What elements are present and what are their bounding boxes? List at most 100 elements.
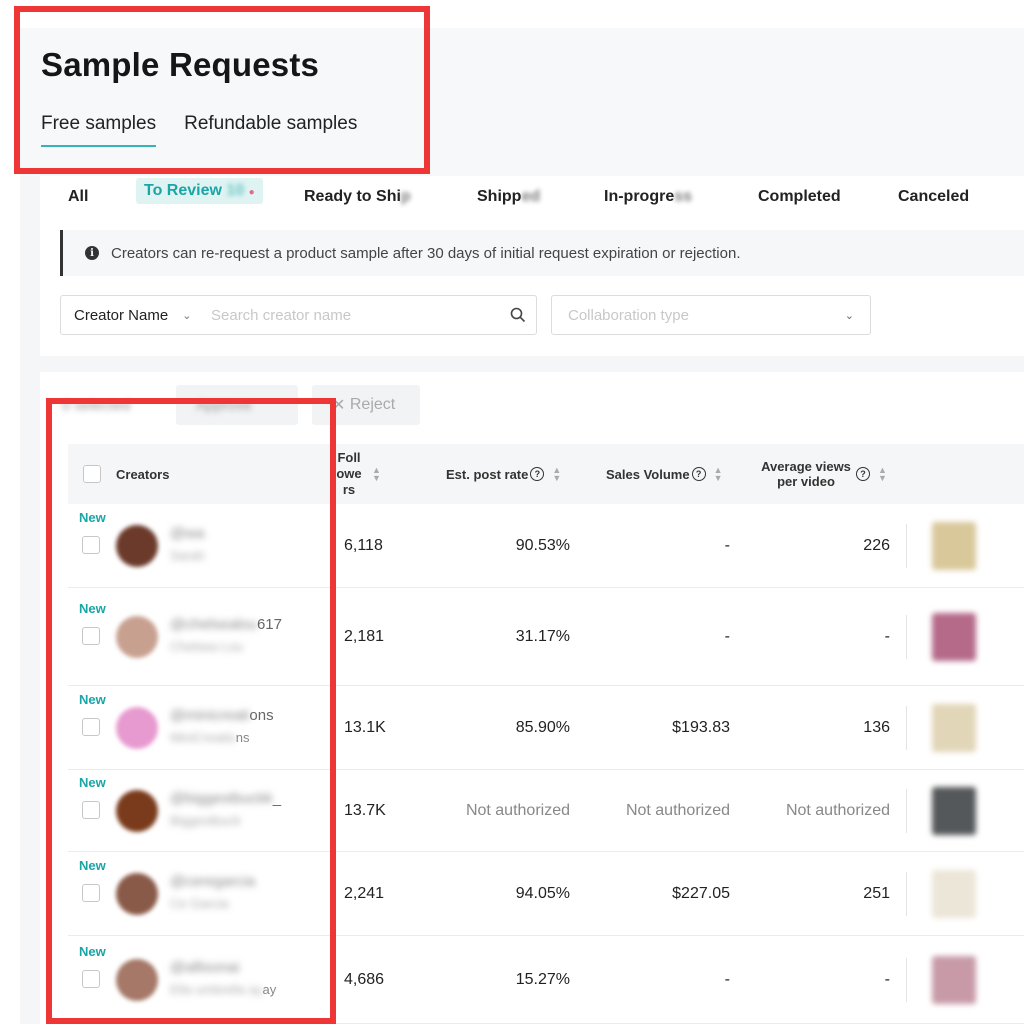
help-icon: ? xyxy=(530,467,545,481)
notice-text: Creators can re-request a product sample… xyxy=(111,244,741,262)
status-tab-shipped[interactable]: Shipped xyxy=(477,188,540,206)
new-tag: New xyxy=(79,601,106,616)
new-tag: New xyxy=(79,510,106,525)
product-thumbnail[interactable] xyxy=(932,870,976,918)
select-all-checkbox[interactable] xyxy=(83,444,101,504)
new-tag: New xyxy=(79,775,106,790)
search-icon[interactable] xyxy=(500,307,536,323)
collaboration-type-select[interactable]: Collaboration type ⌄ xyxy=(551,295,871,335)
avg-views-value: Not authorized xyxy=(785,802,890,819)
product-thumbnail[interactable] xyxy=(932,956,976,1004)
creator-name: MiniCreations xyxy=(170,730,250,745)
avatar xyxy=(116,525,158,567)
followers-value: 4,686 xyxy=(344,971,385,988)
new-tag: New xyxy=(79,944,106,959)
info-icon: i xyxy=(85,246,99,260)
header-avg-views[interactable]: Average views per video? ▲ ▼ xyxy=(758,444,887,504)
sample-type-tabs: Free samples Refundable samples xyxy=(41,113,357,147)
row-checkbox[interactable] xyxy=(82,801,100,819)
post-rate-value: 90.53% xyxy=(515,537,570,554)
post-rate-value: 85.90% xyxy=(515,719,570,736)
product-thumbnail[interactable] xyxy=(932,704,976,752)
post-rate-value: 31.17% xyxy=(515,628,570,645)
post-rate-value: 94.05% xyxy=(515,885,570,902)
creator-name: Ella umbrella ayay xyxy=(170,982,277,997)
creator-handle[interactable]: @biggestbuckk_ xyxy=(170,790,281,807)
search-input[interactable] xyxy=(211,297,500,333)
post-rate-value: Not authorized xyxy=(465,802,570,819)
status-tab-completed[interactable]: Completed xyxy=(758,188,841,206)
status-tab-canceled[interactable]: Canceled xyxy=(898,188,969,206)
product-thumbnail[interactable] xyxy=(932,787,976,835)
table-row[interactable]: New @biggestbuckk_ Biggestbuck 13.7K Not… xyxy=(68,770,1024,852)
avatar xyxy=(116,790,158,832)
avg-views-value: 226 xyxy=(863,537,890,554)
avatar xyxy=(116,959,158,1001)
column-divider xyxy=(906,524,907,568)
post-rate-value: 15.27% xyxy=(515,971,570,988)
row-checkbox[interactable] xyxy=(82,627,100,645)
creator-handle[interactable]: @minicreations xyxy=(170,707,274,724)
creator-name: Ce Garcia xyxy=(170,896,229,911)
search-field-select[interactable]: Creator Name ⌄ xyxy=(61,307,211,324)
creator-name: Biggestbuck xyxy=(170,813,241,828)
approve-button[interactable]: Approve xyxy=(176,385,298,425)
table-row[interactable]: New @chelsealou617 Chelsea Lou 2,181 31.… xyxy=(68,588,1024,686)
row-checkbox[interactable] xyxy=(82,970,100,988)
selected-count: 0 selected xyxy=(62,396,131,414)
new-tag: New xyxy=(79,692,106,707)
chevron-down-icon: ⌄ xyxy=(182,309,192,322)
header-creators: Creators xyxy=(116,466,170,482)
sales-volume-value: - xyxy=(724,537,730,554)
chevron-down-icon: ⌄ xyxy=(844,309,854,322)
creator-handle[interactable]: @chelsealou617 xyxy=(170,616,282,633)
creator-search-group: Creator Name ⌄ xyxy=(60,295,537,335)
creator-name: Chelsea Lou xyxy=(170,639,243,654)
header-sales-volume[interactable]: Sales Volume? ▲ ▼ xyxy=(606,444,723,504)
info-notice: i Creators can re-request a product samp… xyxy=(60,230,1024,276)
status-tab-all[interactable]: All xyxy=(68,188,88,206)
avg-views-value: 251 xyxy=(863,885,890,902)
table-row[interactable]: New @wa Sarah 6,118 90.53% - 226 xyxy=(68,504,1024,588)
bulk-actions: 0 selected Approve ✕ Reject xyxy=(62,385,420,425)
creator-name: Sarah xyxy=(170,548,205,563)
sales-volume-value: - xyxy=(724,971,730,988)
creator-handle[interactable]: @allisonai xyxy=(170,959,239,976)
row-checkbox[interactable] xyxy=(82,718,100,736)
row-checkbox[interactable] xyxy=(82,536,100,554)
followers-value: 13.7K xyxy=(344,802,386,819)
table-row[interactable]: New @ceregarcia Ce Garcia 2,241 94.05% $… xyxy=(68,852,1024,936)
followers-value: 13.1K xyxy=(344,719,386,736)
avg-views-value: 136 xyxy=(863,719,890,736)
avg-views-value: - xyxy=(884,628,890,645)
status-tab-to-review[interactable]: To Review 10 ● xyxy=(136,178,263,204)
search-field-label: Creator Name xyxy=(74,306,169,324)
help-icon: ? xyxy=(856,467,870,481)
header-post-rate[interactable]: Est. post rate? ▲ ▼ xyxy=(446,444,561,504)
sales-volume-value: $193.83 xyxy=(672,719,730,736)
avatar xyxy=(116,873,158,915)
collab-placeholder: Collaboration type xyxy=(568,306,689,324)
table-row[interactable]: New @allisonai Ella umbrella ayay 4,686 … xyxy=(68,936,1024,1024)
avatar xyxy=(116,707,158,749)
table-header: Creators Followers ▲ ▼ Est. post rate? ▲ ▼ … xyxy=(68,444,1024,504)
status-tab-in-progress[interactable]: In-progress xyxy=(604,188,692,206)
sales-volume-value: - xyxy=(724,628,730,645)
reject-button[interactable]: ✕ Reject xyxy=(312,385,420,425)
column-divider xyxy=(906,872,907,916)
creator-handle[interactable]: @ceregarcia xyxy=(170,873,255,890)
row-checkbox[interactable] xyxy=(82,884,100,902)
product-thumbnail[interactable] xyxy=(932,613,976,661)
avatar xyxy=(116,616,158,658)
new-tag: New xyxy=(79,858,106,873)
column-divider xyxy=(906,706,907,750)
product-thumbnail[interactable] xyxy=(932,522,976,570)
header-followers[interactable]: Followers ▲ ▼ xyxy=(334,444,414,504)
tab-refundable-samples[interactable]: Refundable samples xyxy=(184,113,357,147)
column-divider xyxy=(906,789,907,833)
tab-free-samples[interactable]: Free samples xyxy=(41,113,157,147)
table-row[interactable]: New @minicreations MiniCreations 13.1K 8… xyxy=(68,686,1024,770)
creator-handle[interactable]: @wa xyxy=(170,525,204,542)
followers-value: 2,181 xyxy=(344,628,385,645)
status-tab-ready-to-ship[interactable]: Ready to Ship xyxy=(304,188,411,206)
